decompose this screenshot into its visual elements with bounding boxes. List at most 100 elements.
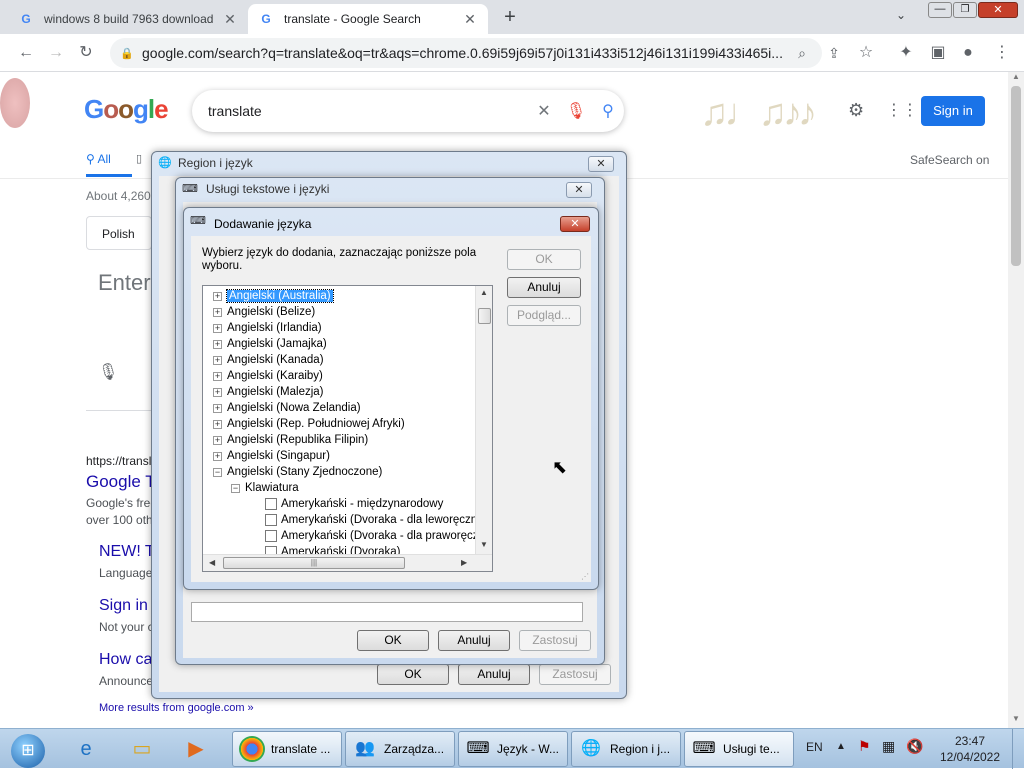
tab-translate[interactable]: G translate - Google Search ✕: [248, 4, 488, 34]
expand-icon[interactable]: +: [213, 403, 222, 413]
sitelink-new[interactable]: NEW! T: [99, 543, 155, 561]
close-tab-icon[interactable]: ✕: [462, 11, 478, 28]
share-icon[interactable]: ⇪: [822, 42, 846, 64]
show-desktop-button[interactable]: [1012, 729, 1024, 769]
tab-all[interactable]: ⚲ All: [86, 152, 111, 166]
add-language-close-button[interactable]: ✕: [560, 216, 590, 232]
language-tree[interactable]: + Angielski (Australia) + Angielski (Belize…: [202, 285, 493, 572]
expand-icon[interactable]: +: [213, 371, 222, 381]
safesearch-label[interactable]: SafeSearch on: [910, 153, 989, 167]
expand-icon[interactable]: +: [213, 387, 222, 397]
expand-icon[interactable]: +: [213, 339, 222, 349]
add-language-ok-button[interactable]: OK: [507, 249, 581, 270]
tree-language-item[interactable]: + Angielski (Singapur): [213, 448, 330, 464]
region-close-button[interactable]: ✕: [588, 156, 614, 172]
search-icon[interactable]: ⚲: [592, 101, 624, 121]
tree-hscroll-thumb[interactable]: |||: [223, 557, 405, 569]
sitelink-how[interactable]: How ca: [99, 651, 152, 669]
services-apply-button[interactable]: Zastosuj: [519, 630, 591, 651]
region-ok-button[interactable]: OK: [377, 664, 449, 685]
region-apply-button[interactable]: Zastosuj: [539, 664, 611, 685]
source-language-chip[interactable]: Polish: [86, 216, 152, 250]
resize-grip-icon[interactable]: ⋰: [581, 572, 589, 581]
collapse-icon[interactable]: −: [213, 467, 222, 477]
expand-icon[interactable]: +: [213, 435, 222, 445]
collapse-icon[interactable]: −: [231, 483, 240, 493]
language-checkbox[interactable]: [265, 530, 277, 542]
start-button[interactable]: ⊞: [4, 732, 52, 768]
scroll-down-icon[interactable]: ▼: [1012, 714, 1020, 723]
expand-icon[interactable]: +: [213, 307, 222, 317]
taskbar-computer-mgmt[interactable]: 👥 Zarządza...: [345, 731, 455, 767]
tree-language-item[interactable]: + Angielski (Republika Filipin): [213, 432, 368, 448]
mic-icon[interactable]: 🎙: [560, 101, 592, 121]
translate-input-placeholder[interactable]: Enter: [98, 270, 151, 296]
ie-icon[interactable]: e: [66, 732, 106, 766]
google-logo[interactable]: Google: [84, 94, 169, 125]
add-language-cancel-button[interactable]: Anuluj: [507, 277, 581, 298]
services-ok-button[interactable]: OK: [357, 630, 429, 651]
menu-icon[interactable]: ⋮: [990, 42, 1014, 64]
sign-in-button[interactable]: Sign in: [921, 96, 985, 126]
action-center-icon[interactable]: ⚑: [858, 738, 871, 755]
tab-images-icon[interactable]: ▯: [136, 152, 142, 165]
zoom-icon[interactable]: ⌕: [790, 42, 814, 64]
back-icon[interactable]: ←: [14, 42, 38, 64]
expand-icon[interactable]: +: [213, 355, 222, 365]
page-scrollbar[interactable]: ▲ ▼: [1008, 72, 1024, 728]
tree-scroll-right-icon[interactable]: ▶: [461, 558, 467, 567]
clock-time[interactable]: 23:47: [940, 734, 1000, 748]
add-language-preview-button[interactable]: Podgląd...: [507, 305, 581, 326]
expand-icon[interactable]: +: [213, 419, 222, 429]
tree-language-item[interactable]: + Angielski (Jamajka): [213, 336, 327, 352]
extensions-icon[interactable]: ✦: [894, 42, 918, 64]
tree-scroll-left-icon[interactable]: ◀: [209, 558, 215, 567]
tab-search-icon[interactable]: ⌄: [896, 8, 906, 22]
profile-icon[interactable]: ●: [956, 42, 980, 64]
address-bar[interactable]: 🔒 google.com/search?q=translate&oq=tr&aq…: [110, 38, 822, 68]
tree-checkbox-item[interactable]: Amerykański (Dvoraka - dla praworęcznych…: [265, 528, 492, 544]
more-results-link[interactable]: More results from google.com »: [99, 702, 254, 714]
tree-language-item[interactable]: + Angielski (Nowa Zelandia): [213, 400, 361, 416]
region-cancel-button[interactable]: Anuluj: [458, 664, 530, 685]
tree-vscrollbar[interactable]: ▲ ▼: [475, 286, 492, 554]
expand-icon[interactable]: +: [213, 323, 222, 333]
network-icon[interactable]: ▦: [882, 738, 895, 755]
tree-checkbox-item[interactable]: Amerykański - międzynarodowy: [265, 496, 443, 512]
search-query-text[interactable]: translate: [208, 103, 528, 119]
tree-hscrollbar[interactable]: ◀ ||| ▶: [203, 554, 492, 571]
tree-language-item[interactable]: − Klawiatura: [231, 480, 299, 496]
explorer-folder-icon[interactable]: ▭: [122, 732, 162, 766]
tree-language-item[interactable]: − Angielski (Stany Zjednoczone): [213, 464, 382, 480]
tree-language-item[interactable]: + Angielski (Kanada): [213, 352, 324, 368]
clear-search-icon[interactable]: ✕: [528, 101, 560, 121]
language-checkbox[interactable]: [265, 514, 277, 526]
close-window-button[interactable]: ✕: [978, 2, 1018, 18]
clock-date[interactable]: 12/04/2022: [936, 750, 1004, 764]
google-search-box[interactable]: translate ✕ 🎙 ⚲: [192, 90, 624, 132]
scrollbar-thumb[interactable]: [1011, 86, 1021, 266]
taskbar-text-services[interactable]: ⌨ Usługi te...: [684, 731, 794, 767]
services-cancel-button[interactable]: Anuluj: [438, 630, 510, 651]
settings-gear-icon[interactable]: ⚙: [848, 100, 864, 121]
new-tab-button[interactable]: +: [498, 6, 522, 30]
volume-muted-icon[interactable]: 🔇: [906, 738, 923, 755]
reload-icon[interactable]: ↻: [74, 42, 98, 64]
expand-icon[interactable]: +: [213, 451, 222, 461]
tree-language-item[interactable]: + Angielski (Irlandia): [213, 320, 322, 336]
tree-scroll-up-icon[interactable]: ▲: [480, 288, 488, 297]
taskbar-language[interactable]: ⌨ Język - W...: [458, 731, 568, 767]
restore-button[interactable]: ❐: [953, 2, 977, 18]
close-tab-icon[interactable]: ✕: [222, 11, 238, 28]
result-title-link[interactable]: Google T: [86, 472, 156, 492]
taskbar-region[interactable]: 🌐 Region i j...: [571, 731, 681, 767]
tree-language-item[interactable]: + Angielski (Karaiby): [213, 368, 323, 384]
tree-vscroll-thumb[interactable]: [478, 308, 491, 324]
taskbar-chrome[interactable]: translate ...: [232, 731, 342, 767]
bookmark-star-icon[interactable]: ☆: [854, 42, 878, 64]
services-close-button[interactable]: ✕: [566, 182, 592, 198]
tree-language-item[interactable]: + Angielski (Rep. Południowej Afryki): [213, 416, 405, 432]
forward-icon[interactable]: →: [44, 42, 68, 64]
tree-language-item[interactable]: + Angielski (Australia): [213, 288, 334, 304]
tree-checkbox-item[interactable]: Amerykański (Dvoraka - dla leworęcznych): [265, 512, 492, 528]
